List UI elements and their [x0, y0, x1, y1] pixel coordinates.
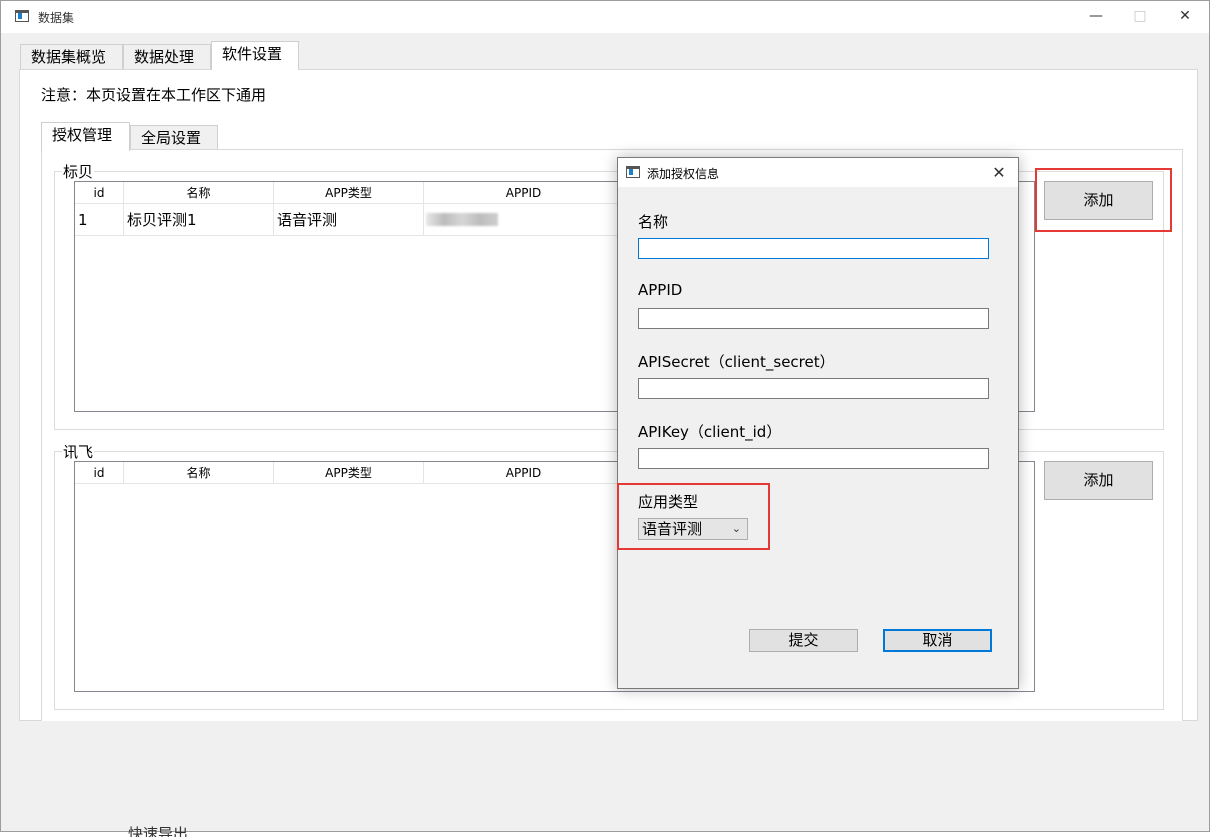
dialog-app-icon: [626, 166, 640, 178]
tab-label: 全局设置: [141, 129, 202, 147]
cancel-button[interactable]: 取消: [883, 629, 992, 652]
tab-software-settings[interactable]: 软件设置: [211, 41, 299, 70]
title-bar: 数据集 — □ ✕: [1, 1, 1209, 33]
tab-dataset-overview[interactable]: 数据集概览: [20, 44, 123, 70]
apisecret-label: APISecret（client_secret）: [638, 353, 835, 371]
redacted-appid: [426, 213, 498, 226]
tab-label: 授权管理: [52, 126, 113, 144]
xunfei-group-title: 讯飞: [62, 443, 95, 461]
apisecret-input[interactable]: [638, 378, 989, 399]
tab-label: 数据集概览: [31, 48, 107, 66]
name-input[interactable]: [638, 238, 989, 259]
name-label: 名称: [638, 213, 669, 231]
tab-label: 数据处理: [134, 48, 195, 66]
column-header-id[interactable]: id: [75, 462, 124, 484]
column-header-id[interactable]: id: [75, 182, 124, 204]
maximize-icon[interactable]: □: [1117, 1, 1163, 31]
add-auth-dialog: 添加授权信息 ✕ 名称 APPID APISecret（client_secre…: [617, 157, 1019, 689]
tab-data-processing[interactable]: 数据处理: [123, 44, 211, 70]
cell-name[interactable]: 标贝评测1: [124, 204, 274, 236]
xunfei-add-button[interactable]: 添加: [1044, 461, 1153, 500]
settings-note: 注意：本页设置在本工作区下通用: [41, 86, 267, 104]
close-icon[interactable]: ✕: [1162, 1, 1208, 31]
submit-button[interactable]: 提交: [749, 629, 858, 652]
tab-auth-management[interactable]: 授权管理: [41, 122, 130, 151]
cell-id[interactable]: 1: [75, 204, 124, 236]
appid-input[interactable]: [638, 308, 989, 329]
minimize-icon[interactable]: —: [1073, 1, 1119, 31]
dialog-title-bar: 添加授权信息 ✕: [618, 158, 1018, 187]
partial-background-text: 快速导出: [128, 825, 189, 837]
cell-appid[interactable]: [424, 204, 624, 236]
tab-label: 软件设置: [222, 45, 283, 63]
highlight-box: [617, 483, 770, 550]
window-title: 数据集: [38, 11, 75, 25]
main-window: 数据集 — □ ✕ 数据集概览 数据处理 软件设置 注意：本页设置在本工作区下通…: [0, 0, 1210, 832]
settings-panel: 注意：本页设置在本工作区下通用 授权管理 全局设置 标贝 id 名称 APP类型…: [19, 69, 1198, 721]
column-header-appid[interactable]: APPID: [424, 462, 624, 484]
dialog-close-icon[interactable]: ✕: [980, 158, 1018, 187]
apikey-input[interactable]: [638, 448, 989, 469]
highlight-box: [1035, 168, 1172, 232]
apikey-label: APIKey（client_id）: [638, 423, 782, 441]
column-header-app-type[interactable]: APP类型: [274, 182, 424, 204]
column-header-name[interactable]: 名称: [124, 462, 274, 484]
biaobei-group-title: 标贝: [62, 163, 95, 181]
cell-app-type[interactable]: 语音评测: [274, 204, 424, 236]
column-header-name[interactable]: 名称: [124, 182, 274, 204]
dialog-title: 添加授权信息: [647, 167, 720, 181]
column-header-app-type[interactable]: APP类型: [274, 462, 424, 484]
app-icon: [15, 10, 29, 22]
column-header-appid[interactable]: APPID: [424, 182, 624, 204]
appid-label: APPID: [638, 281, 683, 299]
tab-global-settings[interactable]: 全局设置: [130, 125, 218, 150]
